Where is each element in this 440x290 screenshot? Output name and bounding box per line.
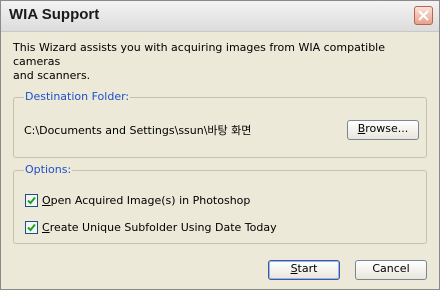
- start-button[interactable]: Start: [268, 260, 340, 280]
- checkmark-icon: [27, 223, 36, 232]
- unique-subfolder-checkbox[interactable]: [25, 221, 38, 234]
- close-button[interactable]: [414, 6, 433, 25]
- wia-support-dialog: WIA Support This Wizard assists you with…: [0, 0, 440, 290]
- destination-path: C:\Documents and Settings\ssun\바탕 화면: [24, 124, 252, 137]
- cancel-button[interactable]: Cancel: [355, 260, 427, 280]
- options-group: Options: Open Acquired Image(s) in Photo…: [13, 163, 427, 244]
- intro-text: This Wizard assists you with acquiring i…: [13, 41, 386, 82]
- window-title: WIA Support: [9, 6, 100, 23]
- close-icon: [418, 10, 429, 21]
- start-label: tart: [297, 262, 318, 275]
- open-in-photoshop-label: Open Acquired Image(s) in Photoshop: [42, 194, 251, 207]
- open-in-photoshop-checkbox[interactable]: [25, 194, 38, 207]
- start-mnemonic: S: [290, 262, 298, 275]
- checkmark-icon: [27, 196, 36, 205]
- title-bar: WIA Support: [1, 1, 439, 32]
- destination-folder-group: Destination Folder: C:\Documents and Set…: [13, 90, 427, 158]
- options-legend: Options:: [24, 163, 73, 176]
- browse-button[interactable]: Browse...: [347, 120, 419, 140]
- destination-folder-legend: Destination Folder:: [24, 90, 131, 103]
- unique-subfolder-label: Create Unique Subfolder Using Date Today: [42, 221, 277, 234]
- browse-label: rowse...: [365, 122, 409, 135]
